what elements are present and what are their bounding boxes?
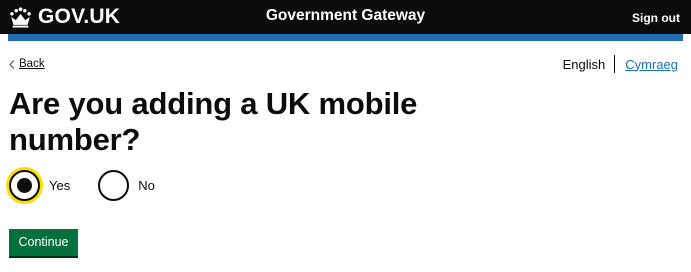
language-toggle: English Cymraeg (563, 55, 678, 73)
radio-label-no: No (138, 178, 155, 193)
sign-out-link[interactable]: Sign out (632, 10, 680, 26)
continue-button[interactable]: Continue (9, 229, 78, 256)
crown-icon (10, 7, 31, 28)
radio-group: Yes No (9, 170, 155, 201)
logo-text: GOV.UK (38, 5, 121, 28)
header-accent-bar (8, 34, 683, 41)
radio-label-yes: Yes (49, 178, 71, 193)
page-title: Are you adding a UK mobile number? (9, 86, 418, 157)
radio-button-yes[interactable] (9, 170, 40, 201)
radio-button-no[interactable] (98, 170, 130, 201)
language-current: English (562, 56, 606, 72)
site-header: GOV.UK Government Gateway Sign out (0, 0, 691, 34)
radio-option-no[interactable]: No (98, 170, 155, 201)
back-link-label: Back (19, 58, 45, 70)
chevron-left-icon (9, 59, 15, 69)
back-link[interactable]: Back (9, 57, 45, 71)
service-name[interactable]: Government Gateway (266, 7, 425, 24)
radio-option-yes[interactable]: Yes (9, 170, 70, 201)
language-link-cymraeg[interactable]: Cymraeg (615, 56, 678, 73)
govuk-logo[interactable]: GOV.UK (8, 4, 120, 30)
